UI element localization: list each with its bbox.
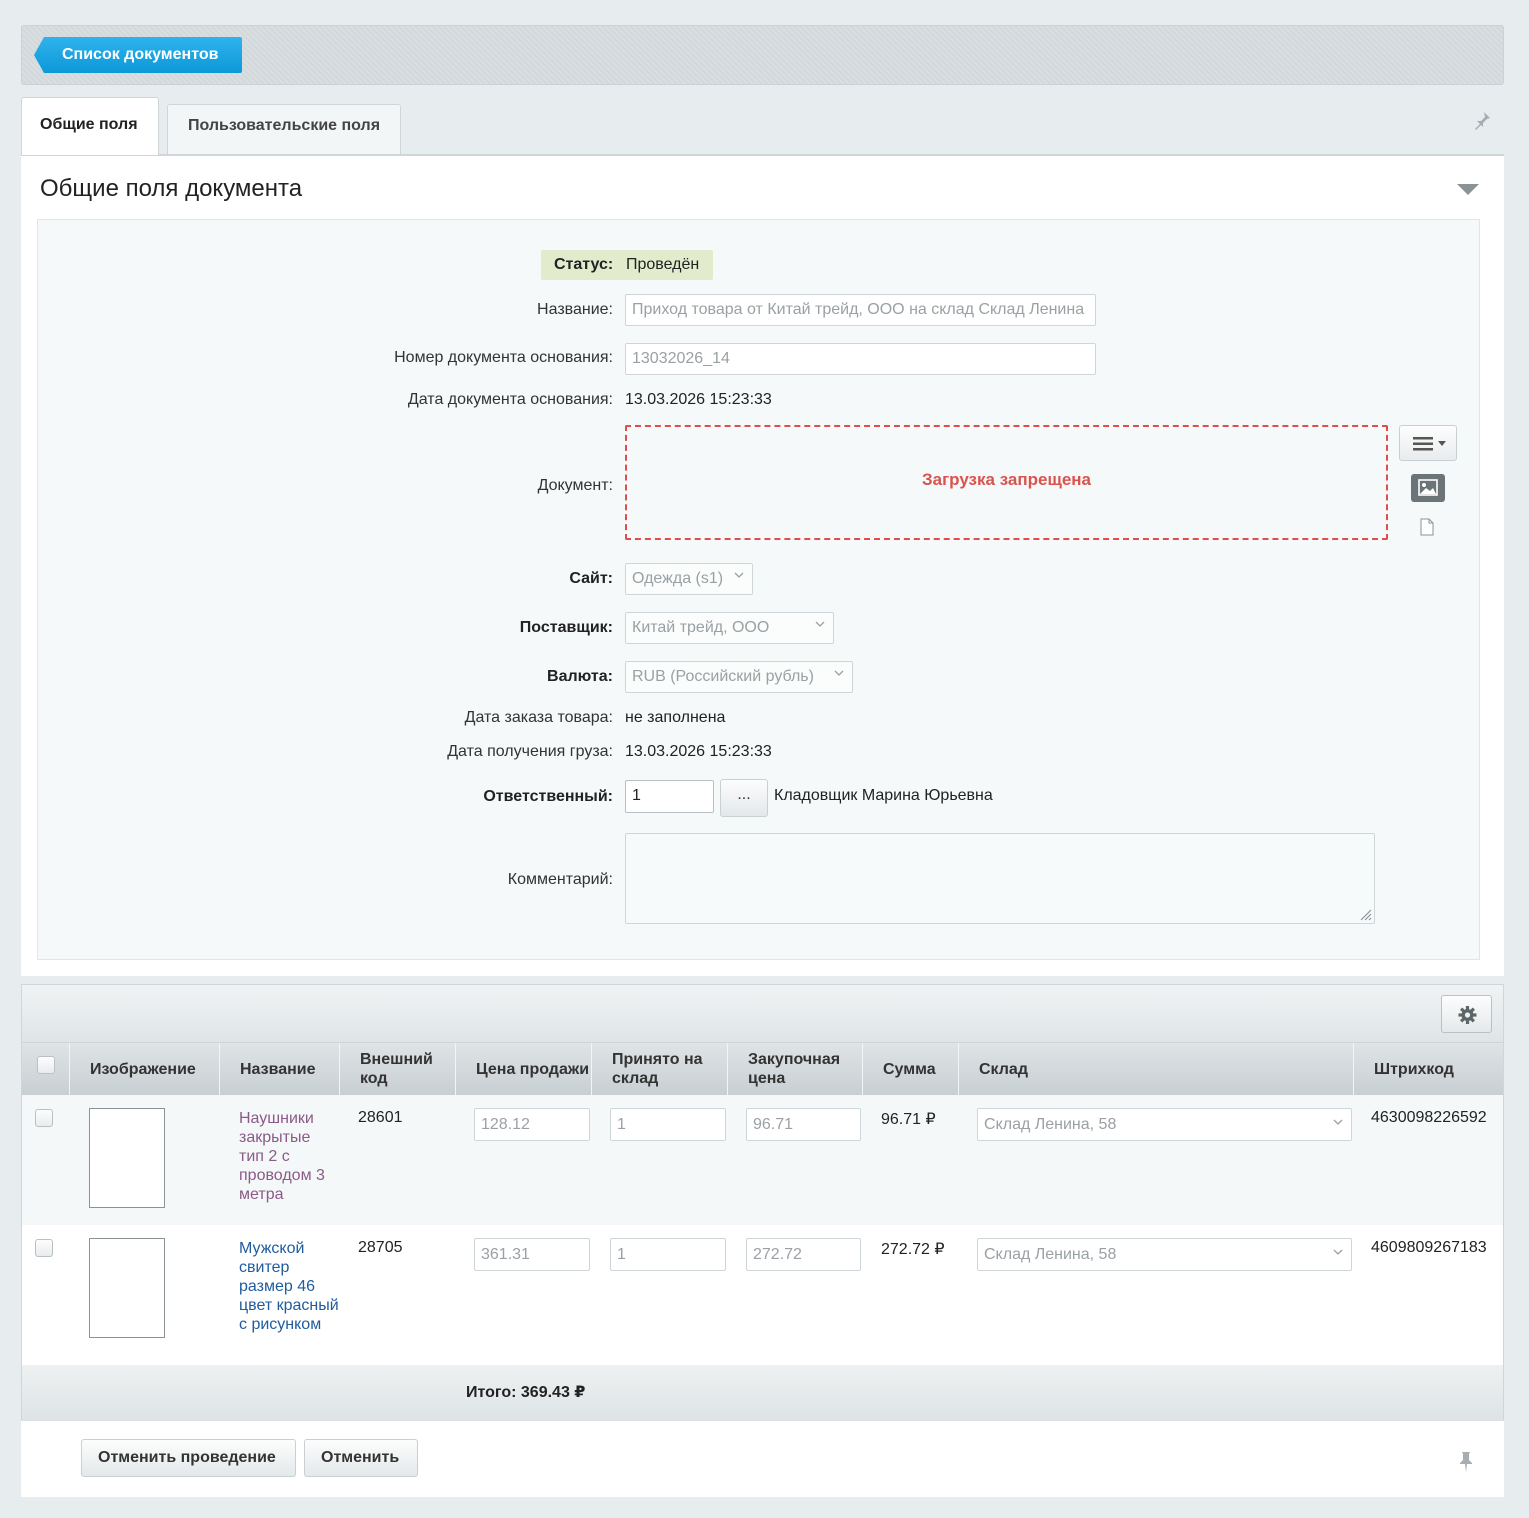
file-icon[interactable] (1420, 518, 1434, 536)
warehouse-select-value: Склад Ленина, 58 (984, 1246, 1117, 1263)
col-purchase-price[interactable]: Закупочная цена (727, 1043, 862, 1095)
pin-icon[interactable] (1457, 1451, 1475, 1473)
doc-date-label: Дата документа основания: (407, 391, 613, 408)
sale-price-input[interactable]: 361.31 (474, 1238, 590, 1271)
image-icon (1418, 479, 1438, 496)
currency-select[interactable]: RUB (Российский рубль) (625, 661, 853, 693)
product-image[interactable] (89, 1108, 165, 1208)
comment-textarea[interactable] (625, 833, 1375, 924)
grid-settings-button[interactable] (1441, 995, 1492, 1033)
table-row: Наушники закрытые тип 2 с проводом 3 мет… (22, 1095, 1503, 1225)
external-code: 28705 (358, 1239, 403, 1256)
col-sale-price[interactable]: Цена продажи (455, 1043, 591, 1095)
select-user-button[interactable]: ... (720, 779, 768, 817)
products-grid: Изображение Название Внешний код Цена пр… (21, 984, 1504, 1421)
site-label: Сайт: (569, 570, 613, 587)
order-date-value: не заполнена (625, 709, 726, 726)
gear-icon (1458, 1006, 1477, 1024)
purchase-price-input[interactable]: 272.72 (746, 1238, 861, 1271)
upload-disabled-message: Загрузка запрещена (921, 470, 1092, 489)
collapse-arrow-icon[interactable] (1457, 184, 1479, 195)
document-menu-button[interactable] (1399, 425, 1457, 461)
tab-custom-fields[interactable]: Пользовательские поля (167, 104, 401, 154)
tab-general-fields[interactable]: Общие поля (21, 97, 159, 155)
receive-date-label: Дата получения груза: (447, 743, 613, 760)
row-checkbox[interactable] (35, 1109, 53, 1127)
table-footer: Итого: 369.43 ₽ (22, 1365, 1503, 1421)
cancel-button[interactable]: Отменить (304, 1439, 418, 1477)
document-label: Документ: (537, 477, 613, 494)
order-date-label: Дата заказа товара: (464, 709, 613, 726)
col-external-code[interactable]: Внешний код (339, 1043, 455, 1095)
col-accepted[interactable]: Принято на склад (591, 1043, 727, 1095)
chevron-down-icon (1333, 1249, 1343, 1255)
back-to-list-button[interactable]: Список документов (34, 37, 243, 73)
row-checkbox[interactable] (35, 1239, 53, 1257)
chevron-down-icon (734, 572, 744, 578)
main-panel: Общие поля документа Статус: Проведён На… (21, 154, 1504, 976)
status-badge: Статус: Проведён (541, 250, 713, 280)
top-toolbar: Список документов (21, 25, 1504, 85)
responsible-label: Ответственный: (483, 788, 613, 805)
responsible-id-input[interactable]: 1 (625, 780, 714, 813)
accepted-input[interactable]: 1 (610, 1238, 726, 1271)
chevron-down-icon (815, 621, 825, 627)
status-value: Проведён (626, 256, 700, 273)
supplier-select-value: Китай трейд, ООО (632, 619, 770, 636)
product-name-link[interactable]: Мужской свитер размер 46 цвет красный с … (239, 1239, 339, 1334)
doc-number-label: Номер документа основания: (394, 349, 613, 366)
supplier-label: Поставщик: (519, 619, 613, 636)
currency-select-value: RUB (Российский рубль) (632, 668, 814, 685)
table-header: Изображение Название Внешний код Цена пр… (22, 1043, 1503, 1095)
product-image[interactable] (89, 1238, 165, 1338)
col-warehouse[interactable]: Склад (958, 1043, 1353, 1095)
insert-image-button[interactable] (1411, 474, 1445, 502)
products-toolbar (22, 985, 1503, 1043)
warehouse-select[interactable]: Склад Ленина, 58 (977, 1238, 1352, 1271)
resize-handle-icon[interactable] (1358, 907, 1372, 921)
pin-icon[interactable] (1472, 110, 1492, 130)
doc-number-field[interactable]: 13032026_14 (625, 343, 1096, 375)
sum-value: 272.72 ₽ (881, 1241, 945, 1258)
comment-label: Комментарий: (507, 871, 613, 888)
name-label: Название: (537, 301, 613, 318)
col-sum[interactable]: Сумма (862, 1043, 958, 1095)
name-field[interactable]: Приход товара от Китай трейд, ООО на скл… (625, 294, 1096, 326)
external-code: 28601 (358, 1109, 403, 1126)
sale-price-input[interactable]: 128.12 (474, 1108, 590, 1141)
sum-value: 96.71 ₽ (881, 1111, 936, 1128)
currency-label: Валюта: (547, 668, 613, 685)
barcode-value: 4609809267183 (1371, 1239, 1487, 1256)
total-value: Итого: 369.43 ₽ (466, 1384, 586, 1401)
col-name[interactable]: Название (219, 1043, 339, 1095)
responsible-name: Кладовщик Марина Юрьевна (774, 787, 993, 804)
cancel-posting-button[interactable]: Отменить проведение (81, 1439, 296, 1477)
site-select[interactable]: Одежда (s1) (625, 563, 753, 595)
chevron-down-icon (1333, 1119, 1343, 1125)
document-dropzone[interactable]: Загрузка запрещена (625, 425, 1388, 540)
col-barcode[interactable]: Штрихкод (1353, 1043, 1503, 1095)
form-area: Статус: Проведён Название: Приход товара… (37, 219, 1480, 960)
purchase-price-input[interactable]: 96.71 (746, 1108, 861, 1141)
barcode-value: 4630098226592 (1371, 1109, 1487, 1126)
warehouse-select-value: Склад Ленина, 58 (984, 1116, 1117, 1133)
doc-date-value: 13.03.2026 15:23:33 (625, 391, 772, 408)
action-bar: Отменить проведение Отменить (21, 1421, 1504, 1497)
warehouse-select[interactable]: Склад Ленина, 58 (977, 1108, 1352, 1141)
status-label: Статус: (554, 256, 614, 273)
accepted-input[interactable]: 1 (610, 1108, 726, 1141)
table-row: Мужской свитер размер 46 цвет красный с … (22, 1225, 1503, 1365)
col-image[interactable]: Изображение (69, 1043, 219, 1095)
chevron-down-icon (834, 670, 844, 676)
site-select-value: Одежда (s1) (632, 570, 724, 587)
select-all-checkbox[interactable] (37, 1056, 55, 1074)
supplier-select[interactable]: Китай трейд, ООО (625, 612, 834, 644)
section-title: Общие поля документа (40, 175, 303, 202)
hamburger-icon (1413, 437, 1446, 451)
product-name-link[interactable]: Наушники закрытые тип 2 с проводом 3 мет… (239, 1109, 339, 1204)
receive-date-value: 13.03.2026 15:23:33 (625, 743, 772, 760)
